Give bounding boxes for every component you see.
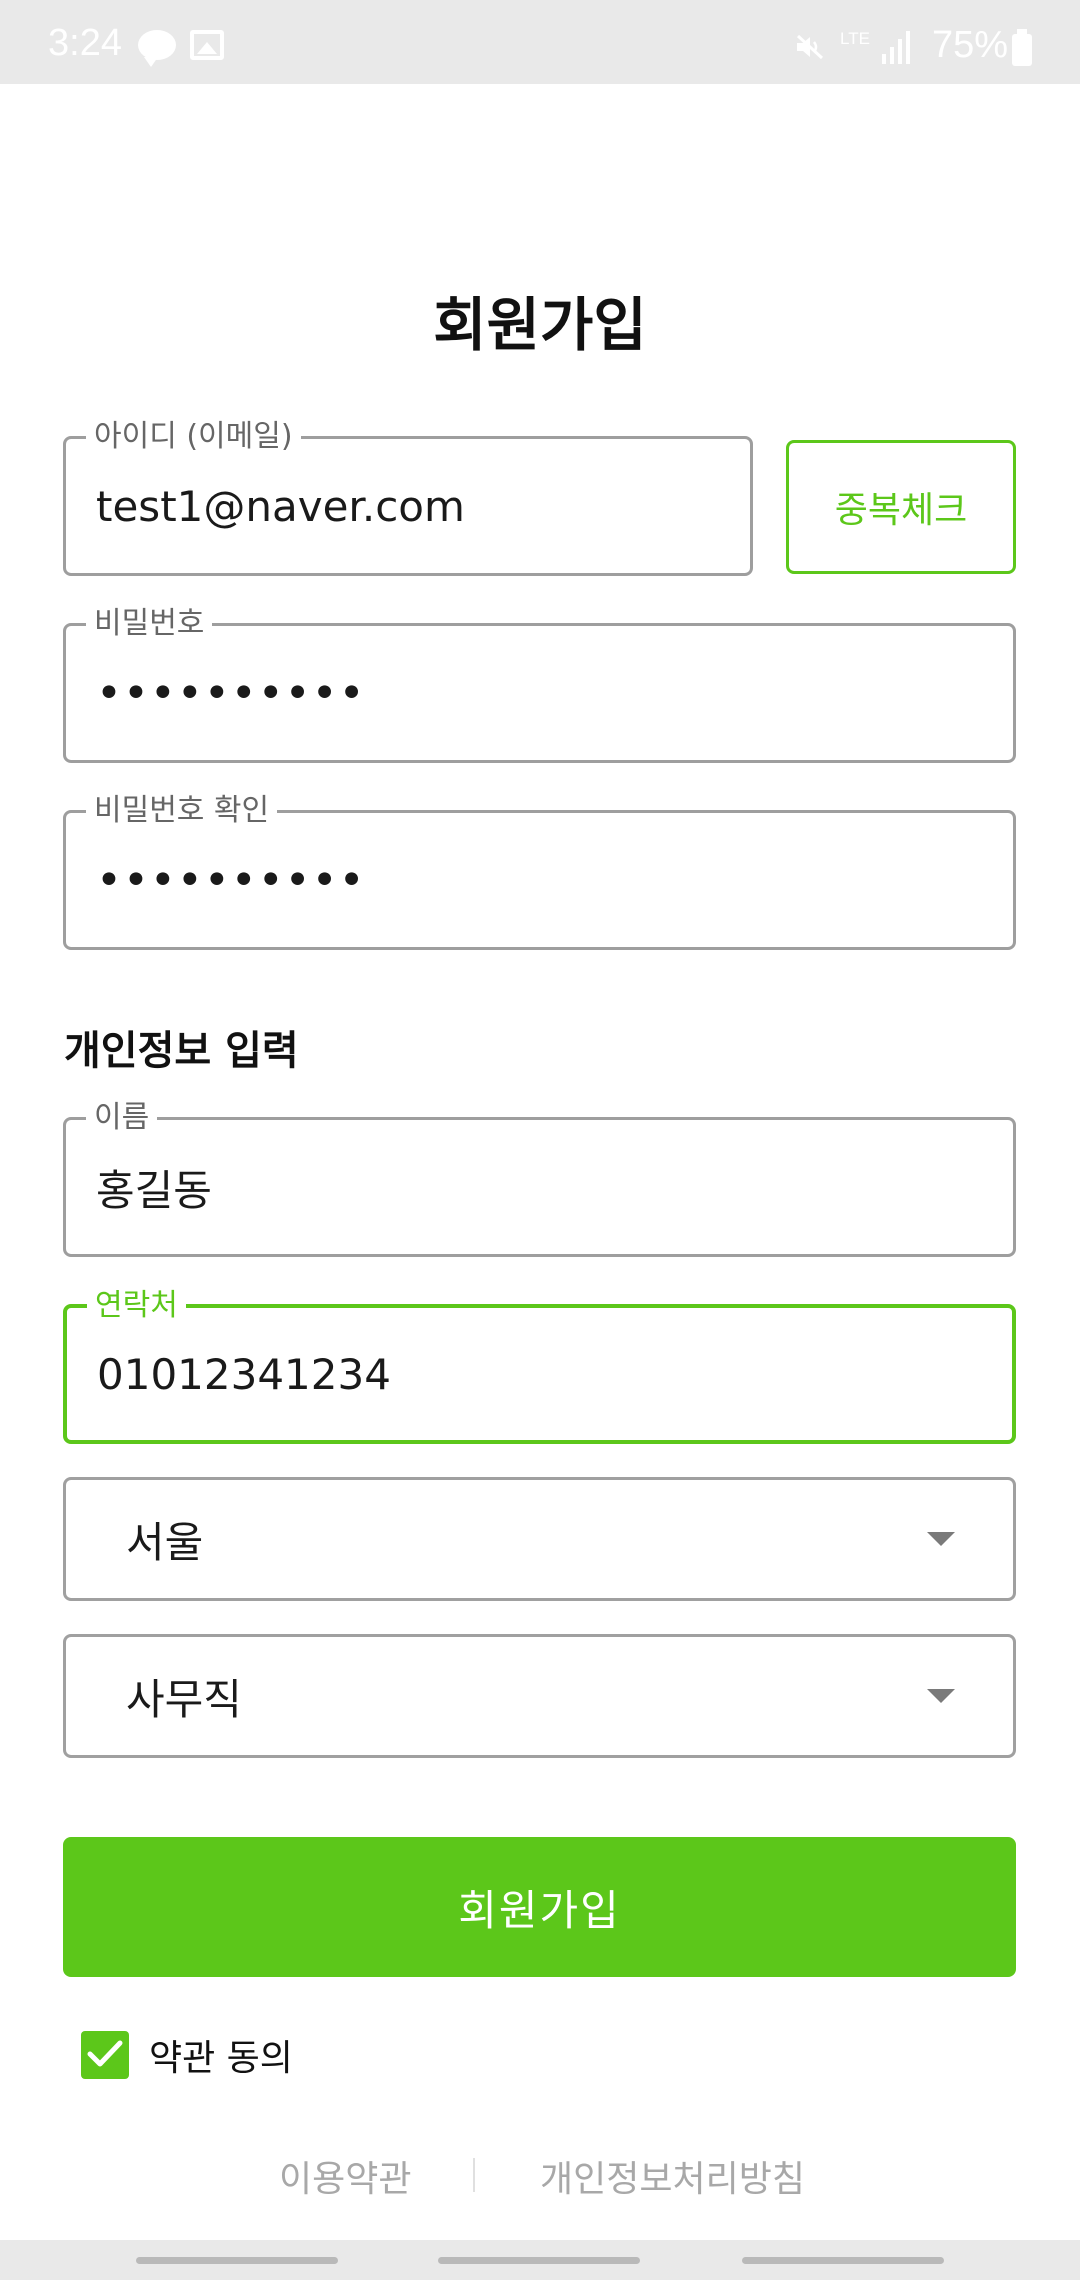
name-field[interactable]: 이름 홍길동 <box>63 1100 1016 1257</box>
email-field[interactable]: 아이디 (이메일) test1@naver.com <box>63 419 753 576</box>
privacy-policy-link[interactable]: 개인정보처리방침 <box>540 2150 805 2202</box>
password-confirm-field[interactable]: 비밀번호 확인 •••••••••• <box>63 793 1016 950</box>
personal-info-section-title: 개인정보 입력 <box>64 1028 299 1074</box>
signal-icon <box>880 30 912 66</box>
nav-back-handle[interactable] <box>742 2257 944 2264</box>
chevron-down-icon <box>927 1532 955 1546</box>
battery-icon <box>1012 29 1032 66</box>
footer-divider <box>473 2158 475 2192</box>
gallery-icon <box>190 30 224 60</box>
email-value: test1@naver.com <box>96 481 465 531</box>
terms-agree-label: 약관 동의 <box>149 2038 293 2079</box>
lte-label: LTE <box>840 29 870 48</box>
region-select[interactable]: 서울 <box>63 1477 1016 1601</box>
password-value: •••••••••• <box>96 667 366 719</box>
terms-agree-row[interactable]: 약관 동의 <box>81 2030 293 2080</box>
battery-percent: 75% <box>932 24 1009 66</box>
nav-recents-handle[interactable] <box>136 2257 338 2264</box>
nav-home-handle[interactable] <box>438 2257 640 2264</box>
status-bar: 3:24 LTE 75% <box>0 0 1080 84</box>
password-field[interactable]: 비밀번호 •••••••••• <box>63 606 1016 763</box>
system-nav-bar <box>0 2240 1080 2280</box>
signup-submit-button[interactable]: 회원가입 <box>63 1837 1016 1977</box>
check-icon <box>87 2040 123 2067</box>
footer-links: 이용약관 개인정보처리방침 <box>0 2150 1080 2200</box>
terms-agree-checkbox[interactable] <box>81 2031 129 2079</box>
name-value: 홍길동 <box>96 1165 212 1215</box>
page-title: 회원가입 <box>433 291 647 359</box>
phone-value: 01012341234 <box>97 1349 391 1399</box>
duplicate-check-button[interactable]: 중복체크 <box>786 440 1016 574</box>
status-time: 3:24 <box>48 22 122 64</box>
job-select[interactable]: 사무직 <box>63 1634 1016 1758</box>
region-select-value: 서울 <box>126 1517 204 1567</box>
terms-link[interactable]: 이용약관 <box>279 2150 411 2202</box>
password-confirm-value: •••••••••• <box>96 854 366 906</box>
job-select-value: 사무직 <box>126 1674 242 1724</box>
mute-icon <box>795 34 825 60</box>
chevron-down-icon <box>927 1689 955 1703</box>
talk-icon <box>138 30 176 67</box>
phone-field[interactable]: 연락처 01012341234 <box>63 1288 1016 1444</box>
